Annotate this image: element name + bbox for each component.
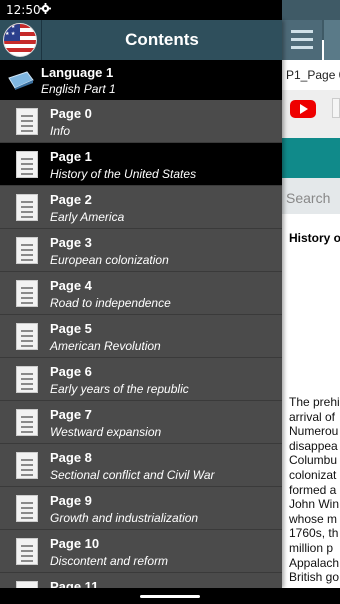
page-list-item[interactable]: Page 4 Road to independence [0, 272, 282, 315]
content-text: The prehi arrival of Numerou disappea Co… [289, 395, 340, 585]
page-item-subtitle: Info [50, 124, 71, 138]
navigation-drawer: Contents Language 1 English Part 1 Page … [0, 20, 282, 588]
page-item-title: Page 6 [50, 364, 92, 379]
page-item-subtitle: European colonization [50, 253, 169, 267]
page-item-subtitle: Road to independence [50, 296, 171, 310]
page-item-subtitle: Sectional conflict and Civil War [50, 468, 215, 482]
status-time: 12:50 [6, 3, 41, 17]
content-line: Appalach [289, 555, 340, 570]
content-line: Columbu [289, 453, 338, 468]
page-list-item[interactable]: Page 8 Sectional conflict and Civil War [0, 444, 282, 487]
content-heading: History o [289, 231, 340, 245]
page-item-title: Page 1 [50, 149, 92, 164]
menu-icon [291, 30, 313, 33]
page-list-item[interactable]: Page 2 Early America [0, 186, 282, 229]
content-line: million p [289, 540, 334, 555]
home-handle[interactable] [140, 595, 200, 598]
page-item-title: Page 11 [50, 579, 99, 588]
document-icon[interactable] [332, 98, 340, 118]
document-icon [16, 495, 38, 522]
page-item-title: Page 7 [50, 407, 92, 422]
page-list-item[interactable]: Page 7 Westward expansion [0, 401, 282, 444]
content-line: 1760s, th [289, 526, 339, 541]
document-icon [16, 581, 38, 588]
drawer-title: Contents [125, 30, 199, 49]
document-icon [16, 409, 38, 436]
document-icon [16, 538, 38, 565]
page-item-subtitle: American Revolution [50, 339, 161, 353]
page-list-item[interactable]: Page 1 History of the United States [0, 143, 282, 186]
page-item-subtitle: Early years of the republic [50, 382, 189, 396]
search-placeholder: Search [286, 190, 331, 206]
content-line: arrival of [289, 409, 336, 424]
page-item-subtitle: Westward expansion [50, 425, 162, 439]
menu-button[interactable] [282, 20, 322, 60]
page-item-title: Page 4 [50, 278, 92, 293]
page-item-subtitle: History of the United States [50, 167, 197, 181]
document-icon [16, 280, 38, 307]
page-item-title: Page 5 [50, 321, 92, 336]
content-line: disappea [289, 438, 338, 453]
page-list-item[interactable]: Page 6 Early years of the republic [0, 358, 282, 401]
document-icon [16, 108, 38, 135]
book-icon [8, 71, 34, 90]
document-icon [16, 452, 38, 479]
document-icon [16, 323, 38, 350]
page-list-item[interactable]: Page 9 Growth and industrialization [0, 487, 282, 530]
content-line: The prehi [289, 395, 340, 409]
document-icon [16, 237, 38, 264]
system-nav-bar [0, 588, 340, 604]
page-item-title: Page 3 [50, 235, 92, 250]
page-item-subtitle: Discontent and reform [50, 554, 169, 568]
document-icon [16, 366, 38, 393]
page-item-subtitle: Early America [50, 210, 125, 224]
page-list-item[interactable]: Page 3 European colonization [0, 229, 282, 272]
content-line: British go [289, 570, 340, 585]
page-item-subtitle: Growth and industrialization [50, 511, 199, 525]
teal-banner [282, 138, 340, 178]
toolbar-action[interactable] [324, 20, 340, 60]
document-icon [16, 151, 38, 178]
content-line: formed a [289, 482, 337, 497]
page-list-item[interactable]: Page 11 [0, 573, 282, 588]
us-flag-icon[interactable] [3, 23, 37, 57]
content-line: John Win [289, 497, 340, 512]
page-item-title: Page 9 [50, 493, 92, 508]
page-item-title: Page 2 [50, 192, 92, 207]
content-line: whose m [289, 511, 338, 526]
page-item-title: Page 8 [50, 450, 92, 465]
content-line: Numerou [289, 424, 339, 439]
page-item-title: Page 10 [50, 536, 100, 551]
page-label: P1_Page 0 [286, 68, 340, 82]
gear-icon [40, 3, 51, 14]
page-list-item[interactable]: Page 10 Discontent and reform [0, 530, 282, 573]
drawer-header: Contents [0, 20, 282, 60]
page-list-item[interactable]: Page 5 American Revolution [0, 315, 282, 358]
youtube-icon[interactable] [290, 100, 316, 118]
language-subtitle: English Part 1 [41, 82, 116, 96]
document-icon [16, 194, 38, 221]
content-line: colonizat [289, 467, 337, 482]
language-title: Language 1 [41, 65, 114, 80]
page-list-item[interactable]: Page 0 Info [0, 100, 282, 143]
page-item-title: Page 0 [50, 106, 92, 121]
